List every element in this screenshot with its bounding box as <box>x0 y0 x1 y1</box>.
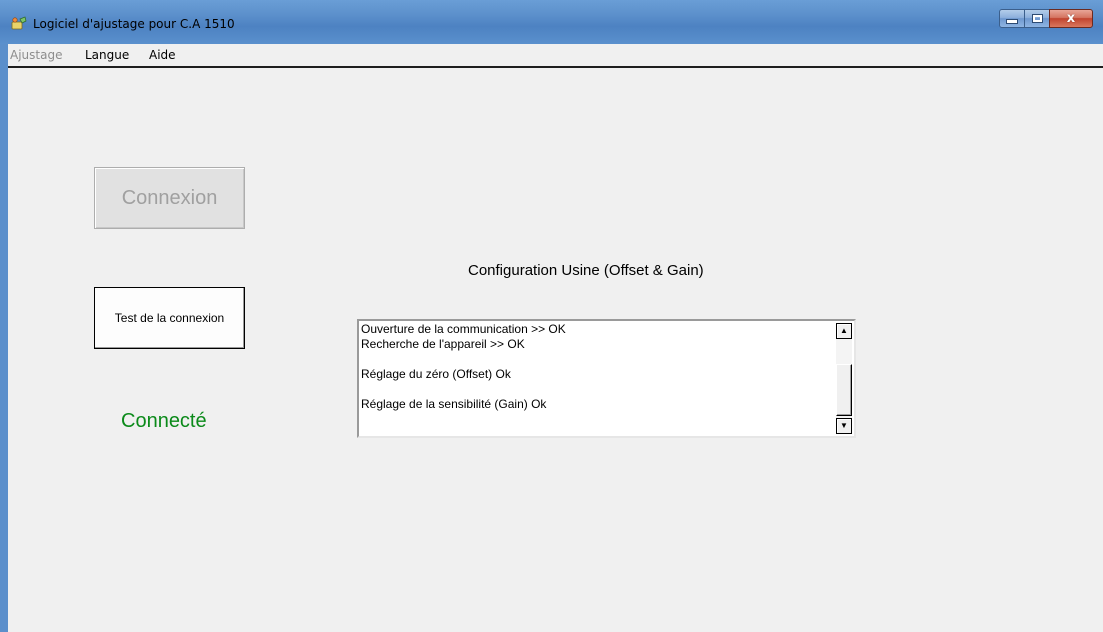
minimize-button[interactable] <box>999 9 1025 28</box>
test-connection-button[interactable]: Test de la connexion <box>94 287 245 349</box>
menu-bar: Ajustage Langue Aide <box>8 44 1103 68</box>
scrollbar-thumb[interactable] <box>836 364 852 416</box>
window-frame-left <box>0 44 8 632</box>
arrow-up-icon[interactable]: ▲ <box>836 323 852 339</box>
close-button[interactable]: x <box>1049 9 1093 28</box>
maximize-button[interactable] <box>1024 9 1050 28</box>
window-controls: x <box>999 9 1093 28</box>
connexion-button[interactable]: Connexion <box>94 167 245 229</box>
app-window: Logiciel d'ajustage pour C.A 1510 x Ajus… <box>0 0 1103 632</box>
log-listbox[interactable]: Ouverture de la communication >> OK Rech… <box>357 319 856 438</box>
log-line: Recherche de l'appareil >> OK <box>361 337 525 351</box>
log-line: Réglage de la sensibilité (Gain) Ok <box>361 397 547 411</box>
title-bar[interactable]: Logiciel d'ajustage pour C.A 1510 x <box>0 0 1103 44</box>
log-line: Ouverture de la communication >> OK <box>361 322 566 336</box>
client-area: Ajustage Langue Aide Connexion Test de l… <box>8 44 1103 632</box>
close-icon: x <box>1066 11 1076 26</box>
menu-langue[interactable]: Langue <box>85 48 129 62</box>
section-title: Configuration Usine (Offset & Gain) <box>468 262 704 279</box>
minimize-icon <box>1006 19 1018 24</box>
connection-status: Connecté <box>121 410 207 432</box>
log-line: Réglage du zéro (Offset) Ok <box>361 367 511 381</box>
maximize-icon <box>1031 14 1043 23</box>
app-icon <box>11 16 27 30</box>
menu-aide[interactable]: Aide <box>149 48 176 62</box>
log-lines: Ouverture de la communication >> OK Rech… <box>361 322 831 412</box>
menu-ajustage[interactable]: Ajustage <box>10 48 62 62</box>
window-title: Logiciel d'ajustage pour C.A 1510 <box>33 17 235 31</box>
arrow-down-icon[interactable]: ▼ <box>836 418 852 434</box>
log-scrollbar[interactable]: ▲ ▼ <box>836 323 852 434</box>
